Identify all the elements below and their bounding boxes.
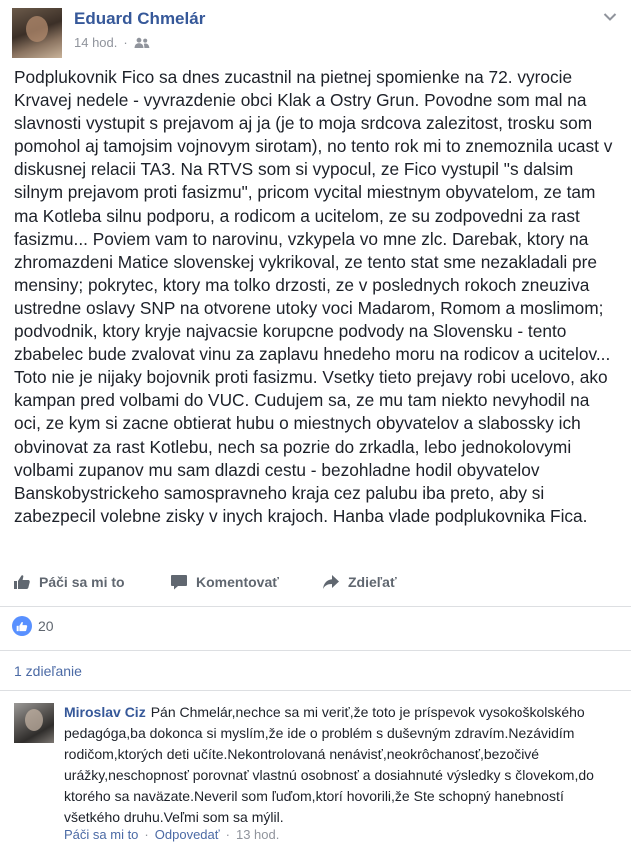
like-button[interactable]: Páči sa mi to	[13, 574, 125, 590]
commenter-avatar[interactable]	[14, 703, 54, 743]
comment-timestamp[interactable]: 13 hod.	[236, 827, 279, 842]
comment-actions: Páči sa mi to · Odpovedať · 13 hod.	[64, 827, 279, 842]
share-button[interactable]: Zdieľať	[322, 574, 397, 590]
friends-audience-icon[interactable]	[134, 37, 150, 49]
comment-reply-link[interactable]: Odpovedať	[155, 827, 220, 842]
comment-like-link[interactable]: Páči sa mi to	[64, 827, 138, 842]
comment-separator: ·	[144, 827, 149, 842]
post-text: Podplukovnik Fico sa dnes zucastnil na p…	[14, 67, 613, 526]
divider	[0, 606, 631, 607]
reaction-count: 20	[38, 618, 54, 634]
commenter-name[interactable]: Miroslav Ciz	[64, 704, 146, 720]
comment-text: Pán Chmelár,nechce sa mi veriť,že toto j…	[64, 704, 594, 825]
comment-body: Miroslav Ciz Pán Chmelár,nechce sa mi ver…	[64, 702, 620, 828]
divider	[0, 650, 631, 651]
author-name[interactable]: Eduard Chmelár	[74, 9, 205, 29]
meta-separator: ·	[123, 35, 128, 50]
reactions-summary[interactable]: 20	[12, 616, 54, 636]
like-label: Páči sa mi to	[39, 574, 125, 590]
comment-icon	[171, 575, 187, 590]
chevron-down-icon[interactable]	[603, 12, 617, 22]
share-label: Zdieľať	[348, 574, 397, 590]
comment-label: Komentovať	[196, 574, 279, 590]
comment-separator: ·	[225, 827, 230, 842]
like-reaction-icon	[12, 616, 32, 636]
post-header: Eduard Chmelár 14 hod. ·	[12, 8, 619, 58]
comment-button[interactable]: Komentovať	[170, 574, 279, 590]
divider	[0, 690, 631, 691]
post-actions: Páči sa mi to Komentovať Zdieľať	[0, 568, 631, 598]
post-meta: 14 hod. ·	[74, 35, 150, 50]
post-timestamp[interactable]: 14 hod.	[74, 35, 117, 50]
shares-count-link[interactable]: 1 zdieľanie	[14, 663, 82, 679]
author-avatar[interactable]	[12, 8, 62, 58]
thumbs-up-icon	[14, 575, 30, 589]
share-arrow-icon	[323, 575, 339, 589]
